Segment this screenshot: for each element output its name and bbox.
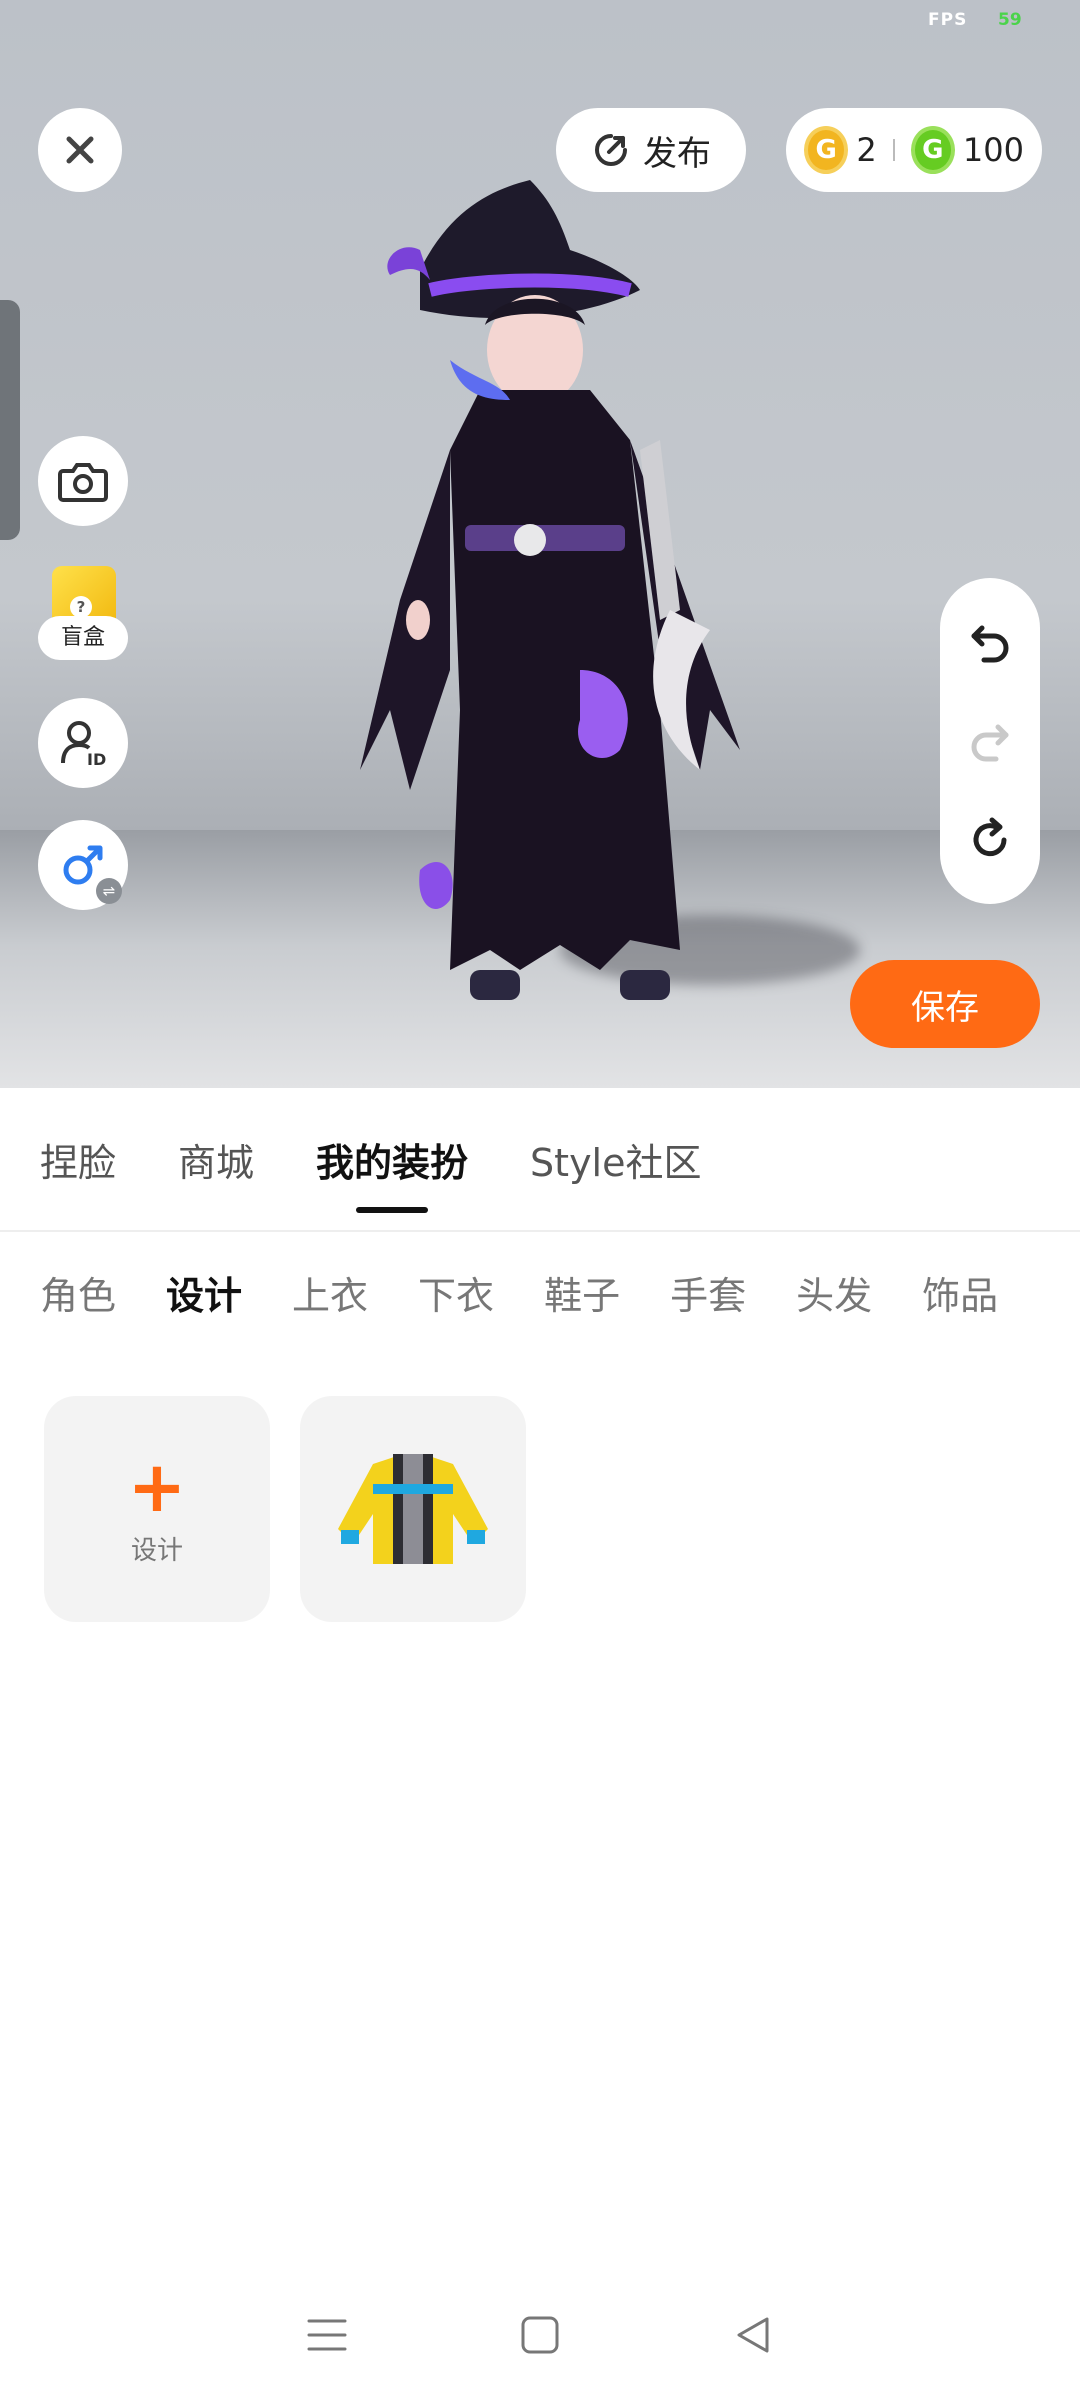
id-card-icon: ID: [61, 721, 106, 769]
reset-icon[interactable]: [966, 816, 1014, 864]
blindbox-label: 盲盒: [38, 616, 128, 660]
subtab-accessories[interactable]: 饰品: [922, 1265, 998, 1320]
system-nav-bar: [0, 2290, 1080, 2380]
subtab-bottom[interactable]: 下衣: [418, 1265, 494, 1320]
gender-switch-button[interactable]: ⇌: [38, 820, 128, 910]
id-button[interactable]: ID: [38, 698, 128, 788]
history-panel: [940, 578, 1040, 904]
subtab-top[interactable]: 上衣: [292, 1265, 368, 1320]
avatar-scene[interactable]: FPS 59 发布 G 2 G 100 ? 盲盒 ID ⇌ 保存: [0, 0, 1080, 1088]
home-icon[interactable]: [518, 2313, 562, 2357]
camera-button[interactable]: [38, 436, 128, 526]
subtab-shoes[interactable]: 鞋子: [544, 1265, 620, 1320]
gold-amount: 2: [856, 131, 877, 169]
camera-icon: [58, 463, 108, 502]
swap-icon: ⇌: [96, 878, 122, 904]
currency-divider: [892, 139, 895, 161]
subtab-design[interactable]: 设计: [166, 1265, 242, 1320]
tab-mall[interactable]: 商城: [178, 1132, 254, 1187]
design-grid: + 设计: [44, 1396, 526, 1622]
avatar-character[interactable]: [300, 150, 820, 1050]
tab-face[interactable]: 捏脸: [40, 1132, 116, 1187]
svg-text:ID: ID: [87, 750, 106, 769]
left-drawer-handle[interactable]: [0, 300, 20, 540]
back-icon[interactable]: [731, 2313, 775, 2357]
subtab-gloves[interactable]: 手套: [670, 1265, 746, 1320]
tab-my-outfit[interactable]: 我的装扮: [316, 1132, 468, 1187]
menu-icon[interactable]: [305, 2315, 349, 2355]
undo-icon[interactable]: [966, 618, 1014, 666]
main-tab-bar: 捏脸 商城 我的装扮 Style社区: [0, 1088, 1080, 1232]
design-item-jacket[interactable]: [300, 1396, 526, 1622]
plus-icon: +: [127, 1445, 187, 1528]
category-tab-bar: 角色 设计 上衣 下衣 鞋子 手套 头发 饰品: [0, 1234, 1080, 1350]
fps-label: FPS: [928, 10, 968, 30]
new-design-tile[interactable]: + 设计: [44, 1396, 270, 1622]
green-amount: 100: [962, 131, 1024, 169]
subtab-hair[interactable]: 头发: [796, 1265, 872, 1320]
jacket-thumbnail: [338, 1454, 488, 1564]
green-coin-icon: G: [910, 126, 955, 174]
fps-value: 59: [998, 10, 1022, 30]
close-icon: [66, 136, 94, 164]
blindbox-button[interactable]: ? 盲盒: [38, 566, 128, 666]
currency-display[interactable]: G 2 G 100: [786, 108, 1042, 192]
save-button[interactable]: 保存: [850, 960, 1040, 1048]
tab-style-community[interactable]: Style社区: [530, 1132, 701, 1187]
new-design-label: 设计: [130, 1535, 183, 1566]
subtab-role[interactable]: 角色: [40, 1265, 116, 1320]
redo-icon[interactable]: [966, 717, 1014, 765]
close-button[interactable]: [38, 108, 122, 192]
